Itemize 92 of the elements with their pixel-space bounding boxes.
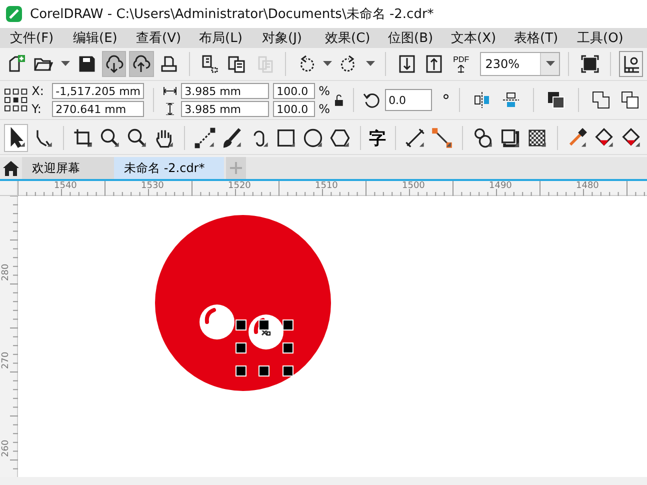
ruler-label: 1510 [315, 181, 338, 191]
selection-handle[interactable] [282, 366, 294, 376]
hexagon-icon [328, 127, 351, 149]
document-tab[interactable]: 未命名 -2.cdr* [114, 157, 224, 179]
selection-handle[interactable] [236, 342, 246, 354]
ruler-label: 260 [1, 440, 11, 457]
magnifier-icon [126, 127, 148, 149]
menu-item[interactable]: 编辑(E) [67, 28, 130, 48]
ruler-label: 280 [1, 264, 11, 281]
blend-icon [472, 127, 494, 149]
ruler-label: 1520 [228, 181, 251, 191]
selection-handle[interactable] [236, 366, 246, 376]
ruler-label: 1530 [141, 181, 164, 191]
cloud-upload-button[interactable] [129, 51, 154, 77]
caret-icon[interactable] [323, 61, 332, 67]
selection-handle[interactable] [282, 320, 294, 330]
brush-icon [220, 127, 243, 149]
selection-handle[interactable] [258, 366, 270, 376]
selection-handle[interactable] [236, 320, 246, 330]
text-tool[interactable]: 字 [368, 124, 387, 152]
dimension-line-icon [404, 127, 426, 149]
y-label: Y: [32, 102, 42, 116]
drop-shadow-icon [498, 127, 521, 149]
degree-label: ° [442, 90, 450, 110]
fullscreen-icon [580, 54, 600, 74]
rotation-handle[interactable] [266, 332, 270, 336]
menu-item[interactable]: 效果(C) [319, 28, 382, 48]
ruler-label: 1500 [402, 181, 425, 191]
selection-handle[interactable] [282, 342, 294, 354]
ruler-label: 1540 [54, 181, 77, 191]
ellipse-icon [302, 127, 324, 149]
rectangle-icon [274, 127, 297, 149]
connector-icon [431, 127, 454, 149]
cloud-upload-icon [131, 54, 152, 74]
options-button[interactable] [618, 51, 643, 77]
x-position-field[interactable]: -1,517.205 mm [52, 83, 144, 99]
copy-icon [200, 54, 220, 74]
zoom-level-combo[interactable]: 230% [480, 52, 560, 76]
menu-item[interactable]: 布局(L) [193, 28, 256, 48]
pointer-tool[interactable] [4, 124, 28, 152]
rotate-icon [362, 91, 381, 109]
menu-item[interactable]: 工具(O) [571, 28, 634, 48]
menu-item[interactable]: 文本(X) [445, 28, 508, 48]
printer-icon [158, 54, 179, 74]
selection-handle[interactable] [258, 320, 270, 330]
ruler-label: 1490 [489, 181, 512, 191]
menu-item[interactable]: 位图(B) [382, 28, 445, 48]
rotation-field[interactable]: 0.0 [384, 89, 432, 111]
import-icon [396, 54, 417, 74]
export-icon [424, 54, 444, 74]
overlapping-squares-icon [621, 91, 640, 109]
percent-label: % [318, 84, 330, 98]
unlocked-padlock-icon[interactable] [334, 94, 344, 106]
reference-point-icon [4, 88, 28, 112]
app-logo-icon [6, 6, 22, 22]
x-label: X: [32, 84, 45, 98]
export-pdf-button[interactable]: PDF [449, 51, 474, 77]
height-field[interactable]: 3.985 mm [180, 101, 269, 117]
caret-icon[interactable] [60, 61, 70, 67]
menu-item[interactable]: 文件(F) [4, 28, 67, 48]
ruler-label: 270 [1, 352, 11, 369]
ruler-label: 1480 [576, 181, 599, 191]
window-title: CorelDRAW - C:\Users\Administrator\Documents\未命名 -2.cdr* [30, 6, 434, 23]
caret-icon[interactable] [546, 61, 555, 67]
stacked-squares-icon [546, 91, 565, 109]
paint-bucket-icon [620, 127, 642, 149]
line-tool-icon [194, 127, 216, 149]
home-icon [3, 160, 19, 176]
y-position-field[interactable]: 270.641 mm [52, 101, 144, 117]
plus-icon [230, 162, 242, 174]
mirror-vertical-icon [502, 91, 520, 109]
caret-icon[interactable] [366, 61, 376, 67]
menu-item[interactable]: 表格(T) [508, 28, 571, 48]
scale-y-field[interactable]: 100.0 [272, 101, 315, 117]
crop-icon [72, 127, 94, 149]
clipboard-icon [227, 54, 248, 74]
mirror-horizontal-icon [472, 91, 491, 109]
upload-arrow-icon [457, 64, 466, 72]
menu-item[interactable]: 对象(J) [256, 28, 319, 48]
width-field[interactable]: 3.985 mm [180, 83, 269, 99]
save-icon [76, 54, 97, 74]
document-tab[interactable]: 欢迎屏幕 [22, 157, 114, 179]
overlapping-squares-icon [592, 91, 610, 109]
magnifier-icon [99, 127, 122, 149]
paint-bucket-icon [592, 127, 615, 149]
percent-label: % [318, 102, 330, 116]
center-cross-icon [261, 329, 268, 336]
cloud-download-button[interactable] [102, 51, 126, 77]
width-icon [162, 87, 177, 95]
menu-item[interactable]: 查看(V) [130, 28, 193, 48]
cloud-download-icon [104, 54, 124, 74]
scale-x-field[interactable]: 100.0 [272, 83, 315, 99]
